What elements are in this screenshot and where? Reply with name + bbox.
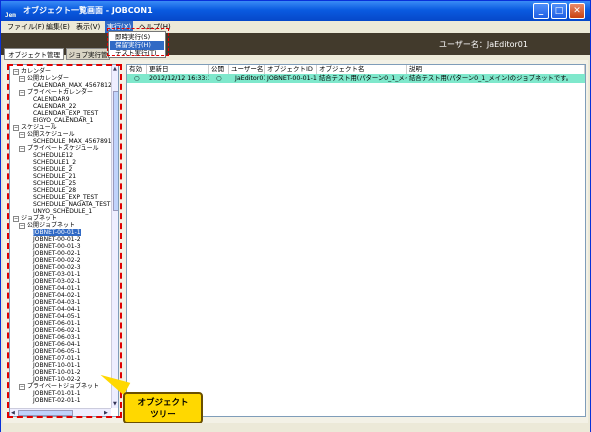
window-title: オブジェクト一覧画面 - JOBCON1 — [23, 6, 153, 15]
main-window: Jem オブジェクト一覧画面 - JOBCON1 _ □ ✕ ファイル(F) 編… — [0, 0, 591, 432]
title-bar[interactable]: Jem オブジェクト一覧画面 - JOBCON1 _ □ ✕ — [1, 1, 590, 21]
cell-public: ○ — [216, 75, 222, 82]
user-name-label: ユーザー名：JaEditor01 — [439, 40, 528, 49]
cell-description: 結合テスト用(パターン0_1_メイン)のジョブネットです。 — [409, 75, 573, 82]
column-header-object-id[interactable]: オブジェクトID — [265, 65, 317, 74]
column-header-user[interactable]: ユーザー名 — [229, 65, 265, 74]
minimize-button[interactable]: _ — [533, 3, 549, 19]
table-row[interactable]: ○ 2012/12/12 16:33:13 ○ JaEditor01 JOBNE… — [127, 74, 585, 83]
menu-bar: ファイル(F) 編集(E) 表示(V) 実行(X) ヘルプ(H) — [1, 21, 590, 33]
tab-job-execution[interactable]: ジョブ実行管 — [66, 48, 110, 60]
tab-object-management[interactable]: オブジェクト管理 — [4, 48, 64, 60]
callout-line-1: オブジェクト — [137, 398, 189, 408]
status-bar — [1, 423, 590, 432]
menu-edit[interactable]: 編集(E) — [44, 21, 72, 33]
tree-annotation-box — [7, 64, 122, 418]
column-header-object-name[interactable]: オブジェクト名 — [317, 65, 407, 74]
menu-view[interactable]: 表示(V) — [74, 21, 102, 33]
cell-object-name: 結合テスト用(パターン0_1_メイン) — [319, 75, 407, 82]
object-tree-callout: オブジェクト ツリー — [123, 392, 203, 424]
cell-enabled: ○ — [134, 75, 140, 82]
menu-annotation-box — [107, 28, 169, 56]
cell-updated: 2012/12/12 16:33:13 — [149, 75, 209, 82]
menu-file[interactable]: ファイル(F) — [5, 21, 47, 33]
maximize-button[interactable]: □ — [551, 3, 567, 19]
column-header-public[interactable]: 公開 — [209, 65, 229, 74]
object-list-table[interactable]: 有効 更新日 公開 ユーザー名 オブジェクトID オブジェクト名 説明 ○ 20… — [126, 64, 586, 417]
column-header-description[interactable]: 説明 — [407, 65, 585, 74]
cell-object-id: JOBNET-00-01-1 — [267, 75, 317, 82]
close-button[interactable]: ✕ — [569, 3, 585, 19]
column-header-updated[interactable]: 更新日 — [147, 65, 209, 74]
cell-user: JaEditor01 — [235, 75, 265, 82]
column-header-enabled[interactable]: 有効 — [127, 65, 147, 74]
content-area: − カレンダー − 公開カレンダー CALENDAR_MAX_4567812− プライベー… — [3, 60, 588, 423]
callout-line-2: ツリー — [150, 410, 176, 420]
